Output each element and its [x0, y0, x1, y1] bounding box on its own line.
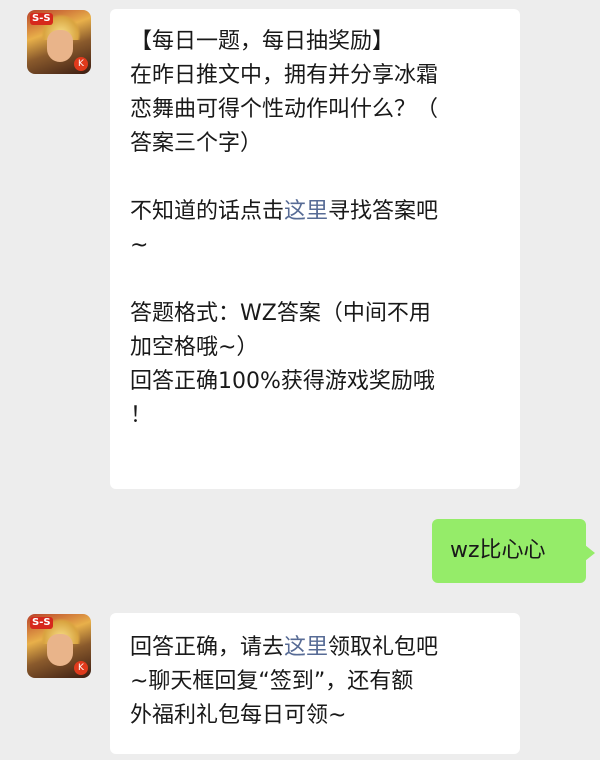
reply-link[interactable]: 这里 — [284, 635, 328, 660]
reward-line: ！ — [130, 403, 153, 428]
user-answer-bubble[interactable]: wz比心心 — [432, 519, 595, 583]
hint-line-tilde: ~ — [130, 233, 149, 258]
question-line-title: 【每日一题，每日抽奖励】 — [130, 29, 395, 54]
reply-message-bubble: 回答正确，请去这里领取礼包吧 ~聊天框回复“签到”，还有额 外福利礼包每日可领~ — [110, 613, 520, 754]
reply-line: 回答正确，请去这里领取礼包吧 — [130, 631, 502, 665]
hint-text-before: 不知道的话点击 — [130, 199, 285, 224]
avatar-face-shape — [47, 30, 73, 62]
hint-text-after: 寻找答案吧 — [328, 199, 439, 224]
reply-line: ~聊天框回复“签到”，还有额 — [130, 669, 414, 694]
question-line: 在昨日推文中，拥有并分享冰霜 — [130, 63, 439, 88]
format-line: 加空格哦~） — [130, 335, 259, 360]
avatar-corner-icon: K — [74, 57, 88, 71]
hint-link[interactable]: 这里 — [284, 199, 328, 224]
format-line: 答题格式：WZ答案（中间不用 — [130, 301, 431, 326]
reply-text-after: 领取礼包吧 — [328, 635, 439, 660]
message-row-official-reply: S-S K 回答正确，请去这里领取礼包吧 ~聊天框回复“签到”，还有额 外福利礼… — [0, 600, 600, 760]
official-avatar-icon[interactable]: S-S K — [27, 10, 91, 74]
avatar-corner-icon: K — [74, 661, 88, 675]
hint-line: 不知道的话点击这里寻找答案吧 — [130, 195, 502, 229]
message-row-user-answer: wz比心心 — [0, 515, 600, 585]
reward-line: 回答正确100%获得游戏奖励哦 — [130, 369, 435, 394]
message-row-official-question: S-S K 【每日一题，每日抽奖励】 在昨日推文中，拥有并分享冰霜 恋舞曲可得个… — [0, 0, 600, 490]
question-line: 恋舞曲可得个性动作叫什么？（ — [130, 97, 439, 122]
user-answer-text: wz比心心 — [450, 538, 546, 563]
avatar-face-shape — [47, 634, 73, 666]
avatar-badge: S-S — [30, 617, 53, 629]
reply-line: 外福利礼包每日可领~ — [130, 703, 347, 728]
question-line: 答案三个字） — [130, 131, 263, 156]
avatar-badge: S-S — [30, 13, 53, 25]
official-avatar-icon[interactable]: S-S K — [27, 614, 91, 678]
question-message-bubble: 【每日一题，每日抽奖励】 在昨日推文中，拥有并分享冰霜 恋舞曲可得个性动作叫什么… — [110, 9, 520, 489]
reply-text-before: 回答正确，请去 — [130, 635, 285, 660]
